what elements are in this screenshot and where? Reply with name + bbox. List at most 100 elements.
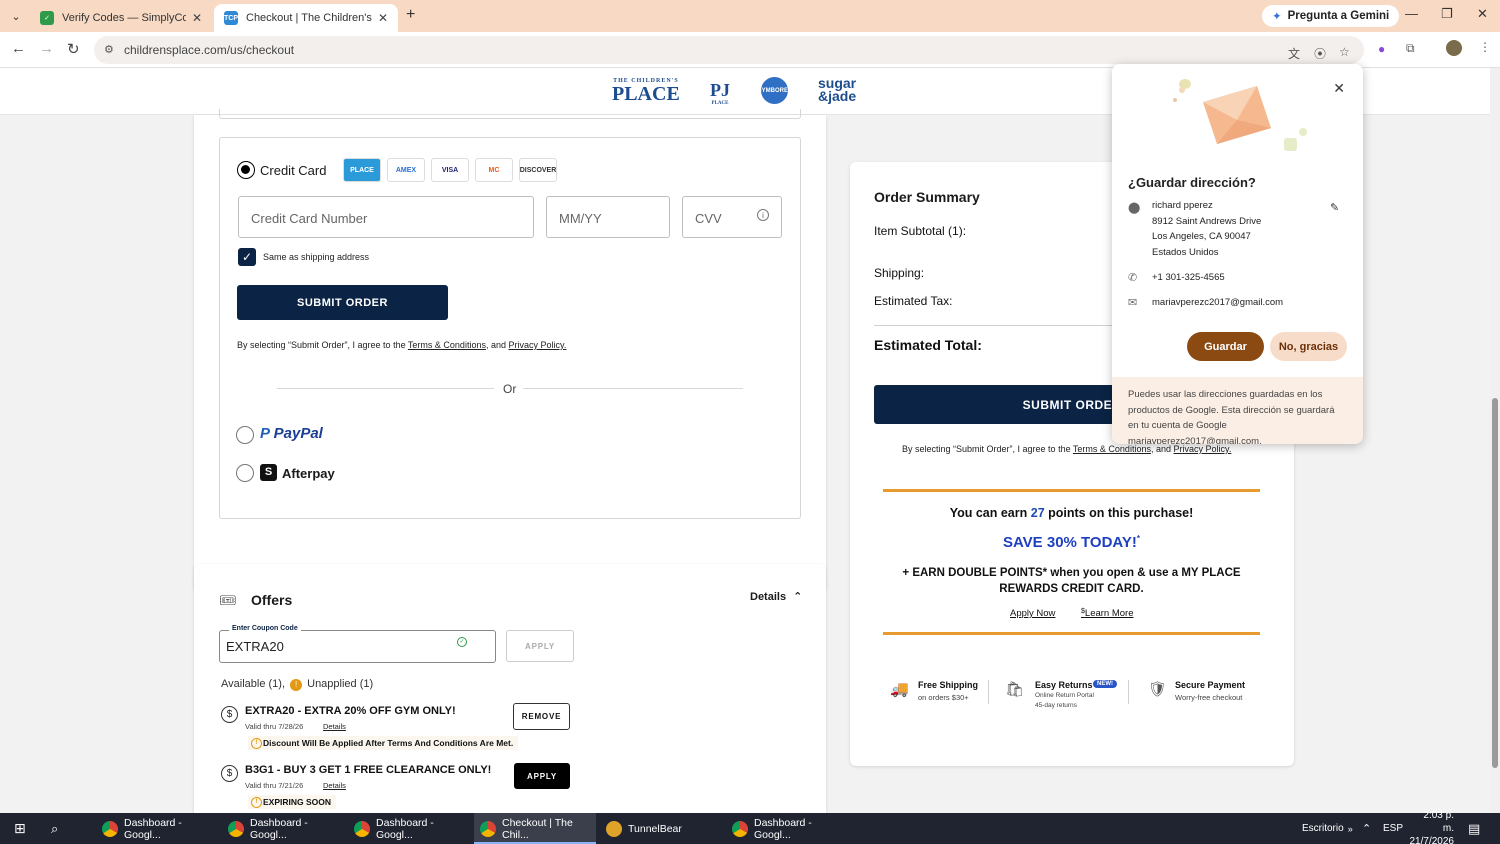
popup-close-icon[interactable]: ✕ (1333, 80, 1345, 97)
save-address-button[interactable]: Guardar (1187, 332, 1264, 361)
privacy-link[interactable]: Privacy Policy. (509, 340, 567, 350)
taskbar-tunnelbear[interactable]: TunnelBear (600, 813, 718, 844)
privacy-link[interactable]: Privacy Policy. (1174, 444, 1232, 454)
learn-more-link[interactable]: $Learn More (1081, 608, 1134, 619)
reload-icon[interactable]: ↻ (67, 40, 80, 58)
address-bar[interactable]: ⚙ childrensplace.com/us/checkout 文 ⦿ ☆ (94, 36, 1364, 64)
terms-link[interactable]: Terms & Conditions (1073, 444, 1151, 454)
remove-coupon-button[interactable]: REMOVE (513, 703, 570, 730)
coupon-code-input[interactable]: Enter Coupon Code EXTRA20 ✓ (219, 625, 496, 663)
taskbar-chrome-dashboard-1[interactable]: Dashboard - Googl... (96, 813, 214, 844)
same-as-shipping-checkbox[interactable]: ✓ (238, 248, 256, 266)
cvv-input[interactable]: CVV i (682, 196, 782, 238)
address-line2: Los Angeles, CA 90047 (1152, 231, 1251, 242)
submit-order-button[interactable]: SUBMIT ORDER (237, 285, 448, 320)
translate-icon[interactable]: 文 (1288, 45, 1300, 62)
logo-text: DISCOVER (519, 166, 557, 174)
notifications-icon[interactable]: ▤ (1468, 813, 1480, 844)
apply-coupon-button[interactable]: APPLY (506, 630, 574, 662)
clock-time: 2:03 p. m. (1423, 810, 1454, 834)
taskbar-chrome-dashboard-4[interactable]: Dashboard - Googl... (726, 813, 844, 844)
new-tab-plus-icon[interactable]: + (406, 6, 415, 24)
windows-start-icon[interactable]: ⊞ (8, 813, 26, 844)
secure-payment-title: Secure Payment (1175, 680, 1246, 690)
terms-link[interactable]: Terms & Conditions (408, 340, 486, 350)
credit-card-label: Credit Card (260, 163, 327, 178)
no-thanks-button[interactable]: No, gracias (1270, 332, 1347, 361)
button-label: SUBMIT ORDER (1022, 397, 1122, 412)
close-tab-icon[interactable]: ✕ (192, 11, 202, 25)
paypal-logo[interactable]: P PayPal (260, 425, 323, 442)
minimize-icon[interactable]: — (1405, 6, 1418, 21)
tray-chevron-up-icon[interactable]: ⌃ (1362, 813, 1371, 844)
taskbar-chrome-dashboard-3[interactable]: Dashboard - Googl... (348, 813, 466, 844)
offer-details-link[interactable]: Details (323, 781, 346, 790)
taskbar-label: Dashboard - Googl... (376, 816, 434, 841)
desktop-toolbar[interactable]: Escritorio» (1302, 813, 1353, 844)
mastercard-logo: MC (475, 158, 513, 182)
close-window-icon[interactable]: ✕ (1477, 6, 1488, 22)
taskbar-chrome-checkout[interactable]: Checkout | The Chil... (474, 813, 596, 844)
offer-title: B3G1 - BUY 3 GET 1 FREE CLEARANCE ONLY! (245, 764, 492, 776)
cvv-info-icon[interactable]: i (757, 209, 769, 221)
page-scrollbar[interactable] (1490, 68, 1500, 813)
paypal-radio[interactable] (236, 426, 254, 444)
pj-place-logo[interactable]: PJ PLACE (710, 80, 730, 106)
credit-card-radio[interactable] (237, 161, 255, 179)
menu-kebab-icon[interactable]: ⋮ (1479, 40, 1491, 54)
maximize-icon[interactable]: ❐ (1441, 6, 1453, 22)
tab-search-chevron-icon[interactable]: ⌄ (6, 6, 26, 26)
gymboree-logo[interactable]: GYMBOREE (757, 77, 792, 104)
offers-details-toggle[interactable]: Details ⌃ (750, 590, 802, 603)
phone-text: +1 301-325-4565 (1152, 272, 1225, 283)
terms-prefix: By selecting “Submit Order”, I agree to … (237, 340, 406, 350)
afterpay-radio[interactable] (236, 464, 254, 482)
estimated-tax-label: Estimated Tax: (874, 294, 953, 308)
email-icon: ✉ (1128, 297, 1138, 309)
easy-returns-sub2: 45-day returns (1035, 702, 1077, 709)
coupon-value: EXTRA20 (226, 639, 284, 654)
logo-text: PJ (710, 80, 730, 100)
taskbar-label: Dashboard - Googl... (124, 816, 182, 841)
bookmark-star-icon[interactable]: ☆ (1339, 45, 1350, 59)
profile-avatar[interactable] (1446, 40, 1462, 56)
language-indicator[interactable]: ESP (1383, 813, 1403, 844)
expiry-input[interactable]: MM/YY (546, 196, 670, 238)
offer-valid-date: Valid thru 7/28/26 (245, 722, 304, 731)
offer-valid-date: Valid thru 7/21/26 (245, 781, 304, 790)
childrens-place-logo[interactable]: THE CHILDREN'S PLACE (612, 78, 680, 104)
extension-purple-icon[interactable]: ● (1378, 42, 1385, 56)
forward-arrow-icon[interactable]: → (39, 40, 54, 57)
browser-tab-bar: ⌄ ✓ Verify Codes — SimplyCodes ✕ TCP Che… (0, 0, 1500, 32)
close-tab-icon[interactable]: ✕ (378, 11, 388, 25)
edit-pencil-icon[interactable]: ✎ (1330, 201, 1339, 214)
summary-terms-text: By selecting “Submit Order”, I agree to … (902, 444, 1231, 454)
tunnelbear-icon (606, 820, 622, 837)
clock[interactable]: 2:03 p. m. 21/7/2026 (1410, 810, 1455, 844)
taskbar-label: Dashboard - Googl... (754, 816, 812, 841)
gemini-sparkle-icon: ✦ (1272, 11, 1282, 23)
scrollbar-thumb[interactable] (1492, 398, 1498, 768)
site-settings-icon[interactable]: ⚙ (104, 43, 114, 56)
taskbar-chrome-dashboard-2[interactable]: Dashboard - Googl... (222, 813, 340, 844)
extensions-puzzle-icon[interactable]: ⧉ (1406, 41, 1415, 56)
location-pin-icon[interactable]: ⦿ (1314, 45, 1326, 62)
taskbar-label: Dashboard - Googl... (250, 816, 308, 841)
tab-checkout[interactable]: TCP Checkout | The Children's Place ✕ (214, 4, 398, 32)
url-text: childrensplace.com/us/checkout (124, 43, 295, 57)
sugar-and-jade-logo[interactable]: sugar &jade (818, 76, 856, 103)
windows-taskbar: ⊞ ⌕ Dashboard - Googl... Dashboard - Goo… (0, 810, 1500, 844)
chevron-double-right-icon: » (1347, 823, 1353, 834)
apply-offer-button[interactable]: APPLY (514, 763, 570, 789)
terms-and: , and (485, 340, 506, 350)
shield-lock-icon: 🛡 (1148, 681, 1168, 698)
offer-details-link[interactable]: Details (323, 722, 346, 731)
button-label: SUBMIT ORDER (297, 296, 388, 309)
simplycodes-favicon-icon: ✓ (40, 11, 54, 25)
credit-card-number-input[interactable]: Credit Card Number (238, 196, 534, 238)
search-icon[interactable]: ⌕ (45, 813, 58, 844)
gemini-button[interactable]: ✦ Pregunta a Gemini (1262, 5, 1400, 27)
tab-verify-codes[interactable]: ✓ Verify Codes — SimplyCodes ✕ (30, 4, 212, 32)
back-arrow-icon[interactable]: ← (11, 40, 26, 57)
apply-now-link[interactable]: Apply Now (1010, 608, 1055, 619)
